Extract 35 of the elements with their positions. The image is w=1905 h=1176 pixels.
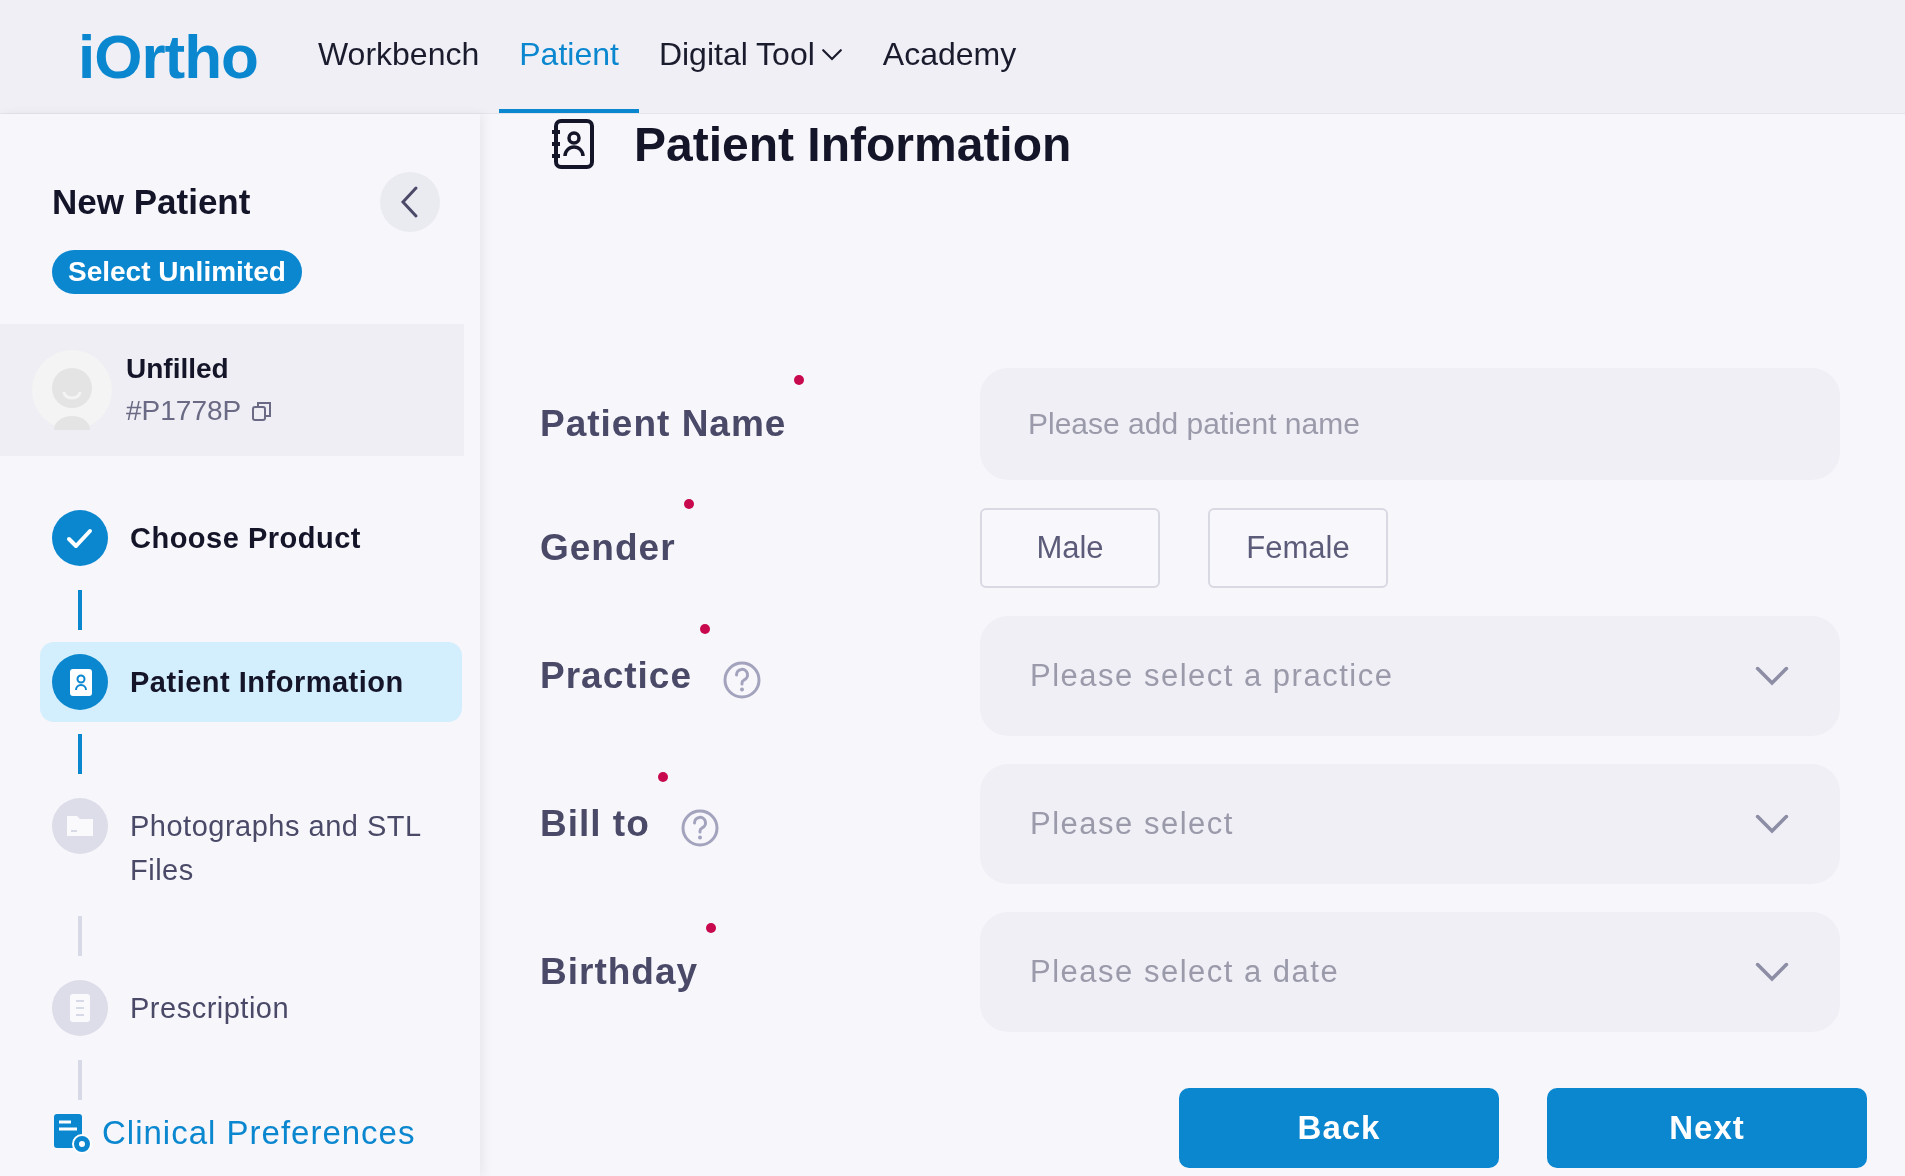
page-title: Patient Information [634, 116, 1072, 172]
field-label: Gender [540, 527, 676, 569]
step-item[interactable]: Choose Product [40, 498, 462, 578]
plan-badge: Select Unlimited [52, 250, 302, 294]
nav-tab[interactable]: Patient [499, 0, 639, 113]
field-label: Birthday [540, 951, 699, 993]
chevron-down-icon [1754, 665, 1790, 687]
clinical-preferences-link[interactable]: Clinical Preferences [0, 1112, 480, 1176]
copy-icon[interactable] [251, 400, 274, 422]
next-button[interactable]: Next [1547, 1088, 1867, 1168]
field-label: Patient Name [540, 403, 787, 445]
nav-tab[interactable]: Academy [862, 0, 1037, 113]
chevron-down-icon [1754, 813, 1790, 835]
field-label: Bill to [540, 803, 650, 845]
chevron-down-icon [1754, 961, 1790, 983]
step-item[interactable]: Prescription [40, 968, 462, 1048]
nav-tab[interactable]: Workbench [298, 0, 500, 113]
folder-icon [52, 798, 108, 854]
settings-document-icon [52, 1112, 92, 1154]
nav-tab[interactable]: Digital Tool [638, 0, 863, 113]
check-icon [52, 510, 108, 566]
name-input-field[interactable]: Please add patient name [980, 368, 1840, 480]
patient-id: #P1778P [126, 395, 242, 427]
step-item[interactable]: Photographs and STL Files [40, 786, 462, 904]
back-button[interactable]: Back [1179, 1088, 1499, 1168]
document-icon [52, 980, 108, 1036]
logo[interactable]: iOrtho [78, 0, 258, 113]
contact-book-icon [550, 118, 596, 170]
patient-name: Unfilled [126, 353, 230, 385]
sidebar-title: New Patient [52, 182, 251, 222]
current-step[interactable]: Patient Information [40, 642, 462, 722]
gender-option[interactable]: Male [980, 508, 1160, 588]
contact-icon [52, 654, 108, 710]
field-label: Practice [540, 655, 692, 697]
gender-option[interactable]: Female [1208, 508, 1388, 588]
